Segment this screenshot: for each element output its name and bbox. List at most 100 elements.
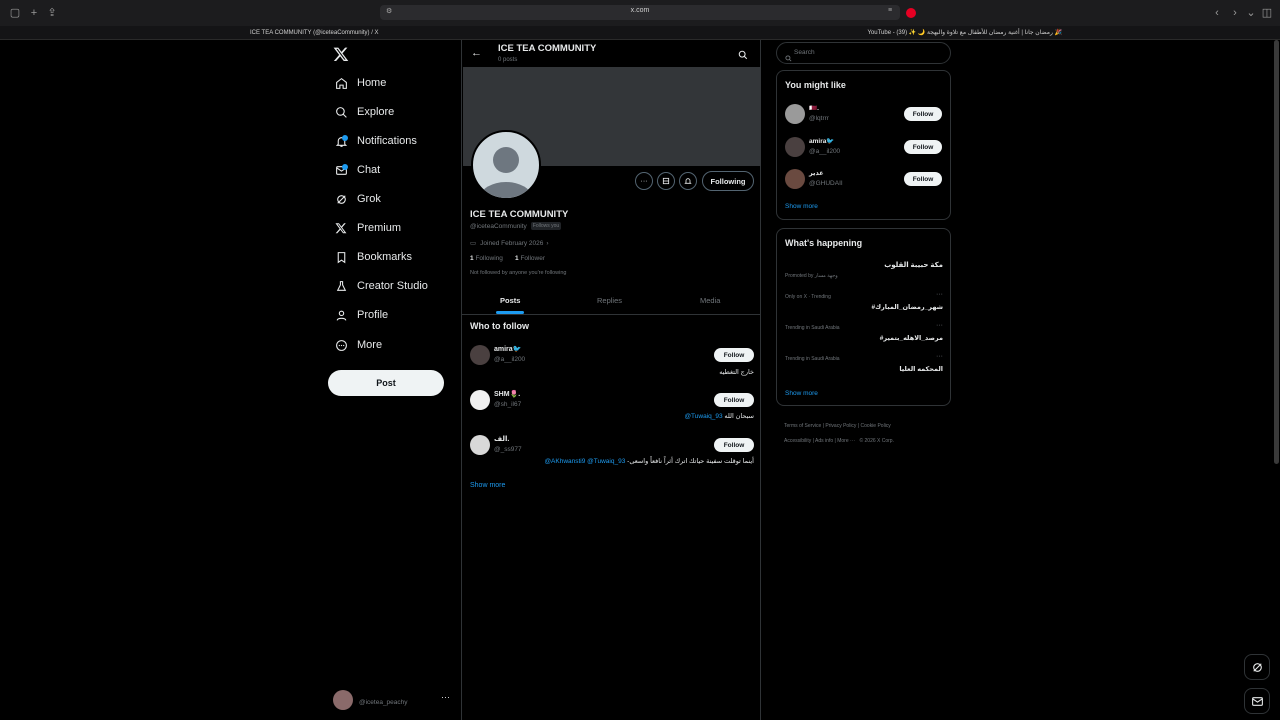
happening-title: What's happening bbox=[785, 238, 863, 248]
avatar bbox=[470, 345, 490, 365]
trend-topic: #شهر_رمضان_المبارك bbox=[871, 304, 943, 311]
might-like-title: You might like bbox=[785, 80, 846, 90]
user-name: غدير bbox=[809, 170, 824, 177]
joined-date: Joined February 2026 bbox=[480, 239, 544, 247]
tab-youtube[interactable]: YouTube - رمضان جانا | أغنية رمضان للأطف… bbox=[862, 27, 1062, 39]
user-handle: @_ss977 bbox=[494, 446, 522, 453]
chevron-right-icon[interactable]: › bbox=[546, 240, 548, 247]
whats-happening-card: What's happening مكة حبيبة القلوب Promot… bbox=[776, 228, 951, 406]
tab-posts[interactable]: Posts bbox=[500, 296, 520, 305]
list-item[interactable]: الف. @_ss977 Follow @AKhwansti9 @Tuwaiq_… bbox=[470, 434, 754, 474]
user-name: amira🐦 bbox=[809, 138, 835, 145]
messages-floating-button[interactable] bbox=[1244, 688, 1270, 714]
list-item[interactable]: SHM🌷. @sh_il67 Follow @Tuwaiq_93 سبحان ا… bbox=[470, 389, 754, 429]
user-handle: @lqtrrr bbox=[809, 115, 829, 122]
back-arrow-icon[interactable]: ← bbox=[471, 47, 482, 59]
following-button[interactable]: Following bbox=[702, 171, 754, 191]
window-icon[interactable]: ◫ bbox=[1260, 6, 1274, 20]
avatar bbox=[470, 435, 490, 455]
tab-media[interactable]: Media bbox=[700, 296, 720, 305]
more-dots-icon[interactable]: ··· bbox=[936, 291, 943, 298]
footer-more[interactable]: More ··· bbox=[837, 438, 855, 444]
post-button[interactable]: Post bbox=[328, 370, 444, 396]
trend-item[interactable]: Trending in Saudi Arabia ··· #مرصد_الاهل… bbox=[785, 322, 943, 350]
tab-overview-icon[interactable]: ⌄ bbox=[1244, 6, 1258, 20]
nav-label: Explore bbox=[357, 106, 395, 118]
new-tab-icon[interactable]: + bbox=[27, 6, 41, 20]
user-handle: @sh_il67 bbox=[494, 401, 522, 408]
more-dots-icon: ··· bbox=[640, 177, 648, 185]
footer-accessibility[interactable]: Accessibility bbox=[784, 438, 811, 444]
account-switcher[interactable]: @icetea_peachy ··· bbox=[333, 690, 453, 712]
suggestion-item[interactable]: غدير @GHUDAII Follow bbox=[785, 168, 943, 190]
search-icon[interactable] bbox=[738, 47, 748, 65]
nav-creator-studio[interactable]: Creator Studio bbox=[334, 275, 428, 297]
more-dots-icon[interactable]: ··· bbox=[936, 353, 943, 360]
sidebar-toggle-icon[interactable]: ▢ bbox=[8, 6, 22, 20]
search-input[interactable]: Search bbox=[776, 42, 951, 64]
follow-button[interactable]: Follow bbox=[714, 348, 754, 362]
show-more-link[interactable]: Show more bbox=[470, 482, 505, 489]
list-item[interactable]: amira🐦 @a__il200 Follow خارج التغطيه bbox=[470, 344, 754, 384]
nav-chat[interactable]: Chat bbox=[334, 159, 380, 181]
more-options-button[interactable]: ··· bbox=[635, 172, 653, 190]
suggestion-item[interactable]: 🇶🇦. @lqtrrr Follow bbox=[785, 103, 943, 125]
nav-more[interactable]: More bbox=[334, 334, 382, 356]
scrollbar[interactable] bbox=[1274, 40, 1279, 464]
address-bar[interactable]: ⚙ x.com ≡ bbox=[380, 5, 900, 20]
profile-name: ICE TEA COMMUNITY bbox=[470, 209, 569, 220]
subscribe-notifications-button[interactable] bbox=[679, 172, 697, 190]
nav-home[interactable]: Home bbox=[334, 72, 386, 94]
avatar bbox=[785, 104, 805, 124]
nav-label: Bookmarks bbox=[357, 251, 413, 263]
trend-meta: Trending in Saudi Arabia bbox=[785, 325, 840, 331]
follow-button[interactable]: Follow bbox=[904, 140, 942, 154]
x-logo-icon[interactable] bbox=[333, 46, 349, 62]
tab-bar: ICE TEA COMMUNITY (@iceteaCommunity) / X… bbox=[0, 26, 1280, 40]
followers-link[interactable]: 1 Follower bbox=[515, 255, 545, 262]
footer-privacy[interactable]: Privacy Policy bbox=[825, 423, 856, 429]
grok-summary-button[interactable] bbox=[657, 172, 675, 190]
trend-item[interactable]: Only on X · Trending ··· #شهر_رمضان_المب… bbox=[785, 291, 943, 319]
footer-terms[interactable]: Terms of Service bbox=[784, 423, 821, 429]
profile-handle: @iceteaCommunity bbox=[470, 222, 527, 230]
trend-item[interactable]: مكة حبيبة القلوب Promoted by وجهة مسار bbox=[785, 259, 943, 285]
follow-button[interactable]: Follow bbox=[714, 438, 754, 452]
nav-premium[interactable]: Premium bbox=[334, 217, 401, 239]
tab-replies[interactable]: Replies bbox=[597, 296, 622, 305]
nav-profile[interactable]: Profile bbox=[334, 304, 388, 326]
follow-button[interactable]: Follow bbox=[904, 172, 942, 186]
grok-floating-button[interactable] bbox=[1244, 654, 1270, 680]
more-dots-icon[interactable]: ··· bbox=[441, 692, 450, 702]
follow-button[interactable]: Follow bbox=[904, 107, 942, 121]
show-more-link[interactable]: Show more bbox=[785, 390, 818, 397]
back-icon[interactable]: ‹ bbox=[1210, 6, 1224, 20]
trend-item[interactable]: Trending in Saudi Arabia ··· المحكمه الع… bbox=[785, 353, 943, 381]
reader-icon[interactable]: ≡ bbox=[888, 7, 892, 14]
share-icon[interactable]: ⇪ bbox=[45, 6, 59, 20]
more-dots-icon[interactable]: ··· bbox=[936, 322, 943, 329]
follows-you-badge: Follows you bbox=[530, 222, 562, 230]
footer-ads-info[interactable]: Ads info bbox=[815, 438, 833, 444]
show-more-link[interactable]: Show more bbox=[785, 203, 818, 210]
avatar bbox=[470, 390, 490, 410]
forward-icon[interactable]: › bbox=[1228, 6, 1242, 20]
nav-bookmarks[interactable]: Bookmarks bbox=[334, 246, 412, 268]
bio-mention[interactable]: @AKhwansti9 @Tuwaiq_93 bbox=[544, 458, 625, 465]
tab-x-profile[interactable]: ICE TEA COMMUNITY (@iceteaCommunity) / X bbox=[250, 27, 400, 39]
bell-icon bbox=[334, 134, 348, 148]
follow-button[interactable]: Follow bbox=[714, 393, 754, 407]
following-link[interactable]: 1 Following bbox=[470, 255, 503, 262]
bio-mention[interactable]: @Tuwaiq_93 bbox=[684, 413, 722, 420]
nav-grok[interactable]: Grok bbox=[334, 188, 381, 210]
search-icon bbox=[334, 105, 348, 119]
nav-label: Grok bbox=[357, 193, 381, 205]
nav-explore[interactable]: Explore bbox=[334, 101, 394, 123]
mail-icon bbox=[334, 163, 348, 177]
pinterest-icon[interactable] bbox=[906, 8, 916, 18]
profile-avatar[interactable] bbox=[471, 130, 541, 200]
suggestion-item[interactable]: amira🐦 @a__il200 Follow bbox=[785, 136, 943, 158]
post-count: 0 posts bbox=[498, 57, 518, 63]
nav-notifications[interactable]: Notifications bbox=[334, 130, 417, 152]
footer-cookie[interactable]: Cookie Policy bbox=[861, 423, 891, 429]
